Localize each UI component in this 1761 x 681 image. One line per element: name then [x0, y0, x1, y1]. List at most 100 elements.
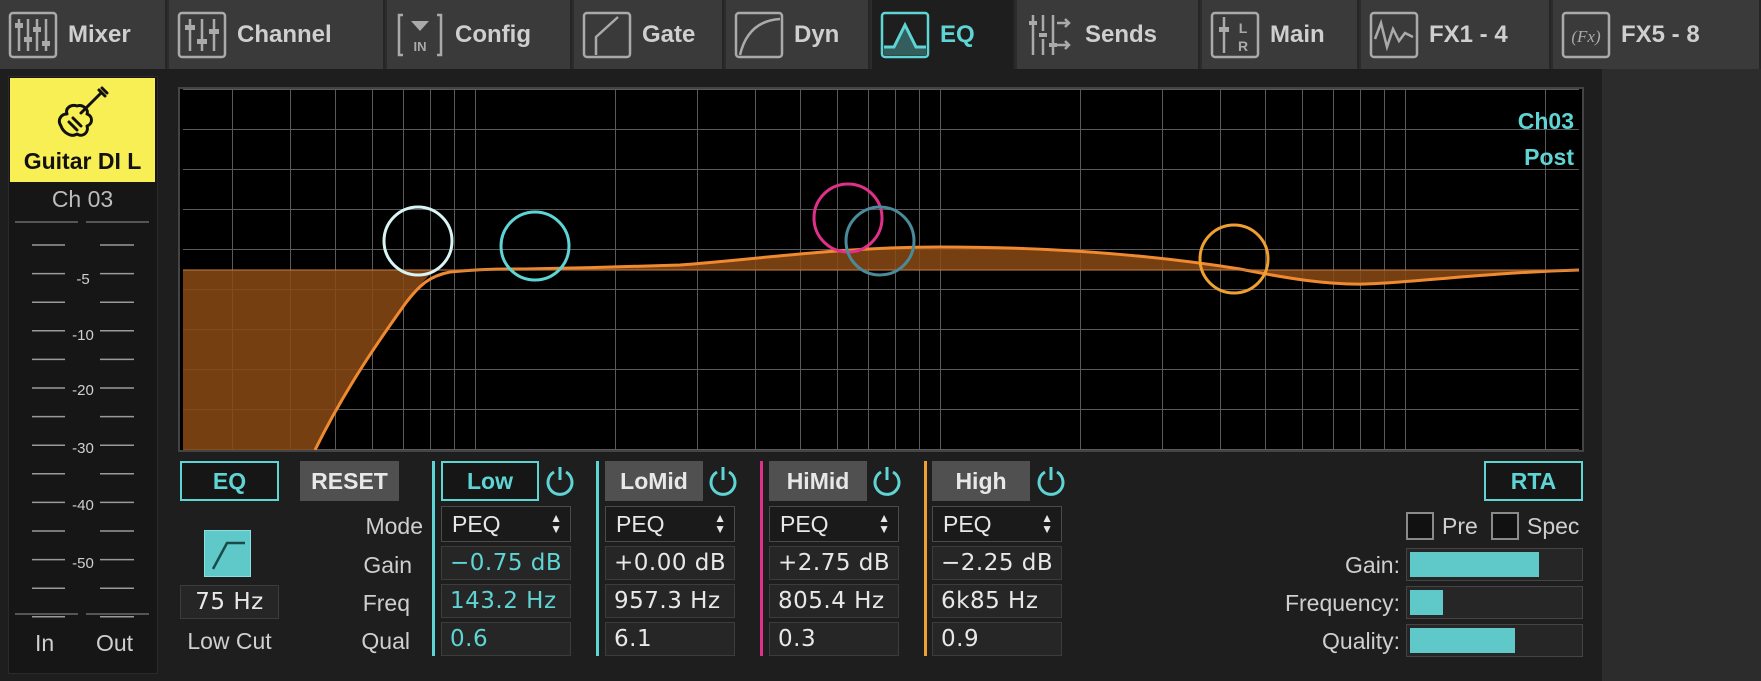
tab-label: FX1 - 4 — [1429, 20, 1508, 48]
gate-icon — [582, 9, 632, 61]
meter-in-label: In — [35, 630, 55, 656]
svg-text:IN: IN — [414, 39, 427, 54]
rta-gain-fill — [1410, 552, 1539, 577]
band-high-button[interactable]: High — [932, 461, 1030, 501]
tab-channel[interactable]: Channel — [169, 0, 385, 69]
mode-value: PEQ — [780, 510, 829, 537]
lowcut-frequency-field[interactable]: 75 Hz — [180, 585, 279, 619]
band-handle-high[interactable] — [1198, 223, 1270, 295]
meter-out-label: Out — [96, 630, 134, 656]
band-high-mode-select[interactable]: PEQ ▲ ▼ — [932, 506, 1062, 542]
band-himid-gain-field[interactable]: +2.75 dB — [769, 546, 899, 580]
tab-label: Main — [1270, 20, 1325, 48]
meter-label: -10 — [72, 327, 94, 344]
band-lomid-mode-select[interactable]: PEQ ▲ ▼ — [605, 506, 735, 542]
band-himid-divider — [760, 461, 763, 656]
band-high-gain-field[interactable]: −2.25 dB — [932, 546, 1062, 580]
lowcut-toggle[interactable] — [204, 530, 251, 577]
electric-guitar-icon — [57, 86, 108, 137]
tab-label: Mixer — [68, 20, 131, 48]
right-background — [1602, 69, 1761, 681]
rta-quality-slider[interactable] — [1406, 624, 1583, 657]
eq-enable-button[interactable]: EQ — [180, 461, 279, 501]
band-low-qual-field[interactable]: 0.6 — [441, 622, 571, 656]
level-meter: -5 -10 -20 -30 -40 -50 — [10, 218, 155, 618]
rta-gain-slider[interactable] — [1406, 548, 1583, 581]
pre-label: Pre — [1442, 513, 1478, 539]
graph-channel-tag: Ch03 — [1517, 108, 1574, 134]
mode-value: PEQ — [943, 510, 992, 537]
meter-label: -30 — [72, 440, 94, 457]
mixer-icon — [8, 9, 58, 61]
band-low-gain-field[interactable]: −0.75 dB — [441, 546, 571, 580]
band-low-mode-select[interactable]: PEQ ▲ ▼ — [441, 506, 571, 542]
highpass-filter-icon — [211, 541, 245, 570]
band-high-freq-field[interactable]: 6k85 Hz — [932, 584, 1062, 618]
graph-mode-tag: Post — [1524, 144, 1574, 170]
band-low-freq-field[interactable]: 143.2 Hz — [441, 584, 571, 618]
mode-row-label: Mode — [365, 513, 423, 539]
band-himid-freq-field[interactable]: 805.4 Hz — [769, 584, 899, 618]
rta-frequency-label: Frequency: — [1284, 590, 1400, 616]
select-arrows-icon: ▲ ▼ — [550, 511, 562, 536]
tab-main[interactable]: LR Main — [1202, 0, 1359, 69]
tab-config[interactable]: IN Config — [387, 0, 572, 69]
freq-row-label: Freq — [362, 590, 410, 616]
tab-sends[interactable]: Sends — [1017, 0, 1200, 69]
tab-label: EQ — [940, 20, 975, 48]
reset-button[interactable]: RESET — [300, 461, 399, 501]
tab-fx1-4[interactable]: FX1 - 4 — [1361, 0, 1551, 69]
config-input-icon: IN — [395, 9, 445, 61]
mode-value: PEQ — [616, 510, 665, 537]
tab-eq[interactable]: EQ — [872, 0, 1015, 69]
channel-number: Ch 03 — [51, 186, 114, 212]
tab-mixer[interactable]: Mixer — [0, 0, 167, 69]
band-high-power-icon[interactable] — [1034, 464, 1068, 498]
svg-text:(Fx): (Fx) — [1571, 27, 1601, 46]
svg-text:R: R — [1238, 38, 1248, 54]
select-arrows-icon: ▲ ▼ — [714, 511, 726, 536]
rta-quality-fill — [1410, 628, 1515, 653]
band-lomid-divider — [596, 461, 599, 656]
band-lomid-gain-field[interactable]: +0.00 dB — [605, 546, 735, 580]
fx-icon: (Fx) — [1561, 9, 1611, 61]
band-himid-power-icon[interactable] — [870, 464, 904, 498]
meter-label: -40 — [72, 497, 94, 514]
band-lomid-freq-field[interactable]: 957.3 Hz — [605, 584, 735, 618]
band-high-divider — [924, 461, 927, 656]
rta-button[interactable]: RTA — [1484, 461, 1583, 501]
spec-checkbox[interactable] — [1491, 512, 1519, 540]
tab-gate[interactable]: Gate — [574, 0, 724, 69]
tab-label: Sends — [1085, 20, 1158, 48]
band-lomid-power-icon[interactable] — [706, 464, 740, 498]
band-handle-himid[interactable] — [812, 182, 884, 254]
band-himid-mode-select[interactable]: PEQ ▲ ▼ — [769, 506, 899, 542]
fx-wave-icon — [1369, 9, 1419, 61]
lowcut-label: Low Cut — [187, 628, 272, 654]
rta-frequency-slider[interactable] — [1406, 586, 1583, 619]
select-arrows-icon: ▲ ▼ — [1041, 511, 1053, 536]
tab-fx5-8[interactable]: (Fx) FX5 - 8 — [1553, 0, 1761, 69]
band-lomid-qual-field[interactable]: 6.1 — [605, 622, 735, 656]
band-lomid-button[interactable]: LoMid — [605, 461, 703, 501]
band-high-qual-field[interactable]: 0.9 — [932, 622, 1062, 656]
band-low-power-icon[interactable] — [543, 464, 577, 498]
tab-bar: Mixer Channel IN Config Gate Dyn EQ Send… — [0, 0, 1761, 69]
band-low-button[interactable]: Low — [441, 461, 539, 501]
pre-checkbox[interactable] — [1406, 512, 1434, 540]
eq-graph[interactable]: Ch03 Post — [178, 87, 1584, 452]
sends-icon — [1025, 9, 1075, 61]
tab-dyn[interactable]: Dyn — [726, 0, 870, 69]
channel-badge[interactable]: Guitar DI L — [10, 78, 155, 182]
tab-label: Dyn — [794, 20, 840, 48]
rta-frequency-fill — [1410, 590, 1443, 615]
eq-lowcut-fill — [183, 270, 435, 450]
graph-tag: Ch03 Post — [1518, 103, 1574, 175]
dynamics-icon — [734, 9, 784, 61]
band-handle-low[interactable] — [382, 205, 454, 277]
meter-label: -20 — [72, 382, 94, 399]
svg-text:L: L — [1239, 20, 1248, 36]
band-himid-button[interactable]: HiMid — [769, 461, 867, 501]
eq-icon — [880, 9, 930, 61]
band-himid-qual-field[interactable]: 0.3 — [769, 622, 899, 656]
